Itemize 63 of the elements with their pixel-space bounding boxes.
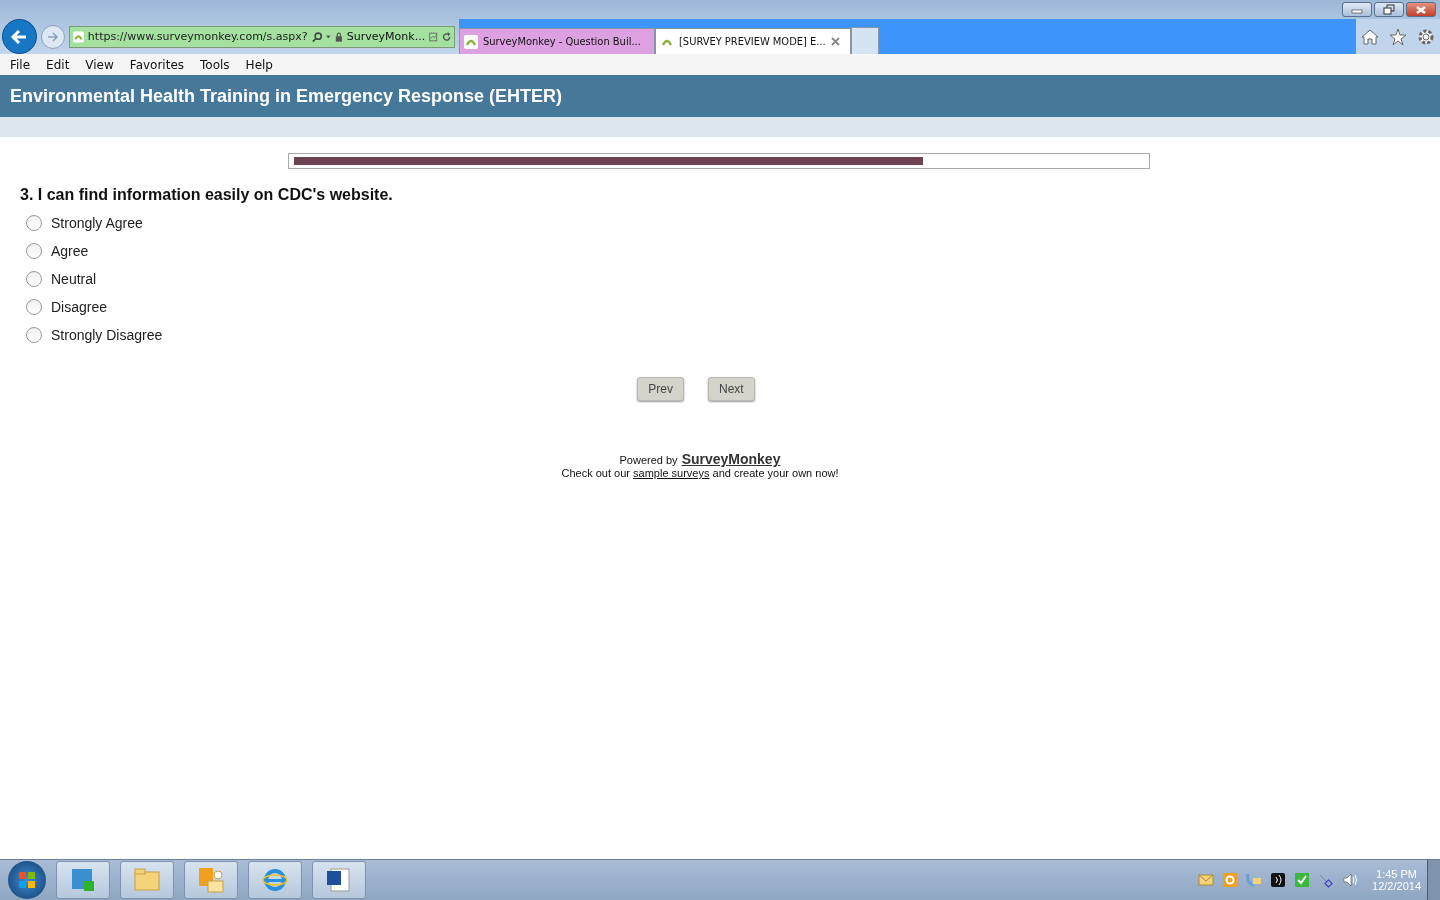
menu-item[interactable]: Tools xyxy=(200,57,230,72)
page-icon xyxy=(429,30,438,43)
browser-e-icon xyxy=(262,867,288,893)
site-identity: SurveyMonk... xyxy=(346,30,426,43)
taskbar-app[interactable] xyxy=(312,861,366,899)
menu-item[interactable]: File xyxy=(10,57,31,72)
new-tab-button[interactable] xyxy=(851,27,879,54)
restore-icon xyxy=(1383,4,1395,15)
caret-icon xyxy=(326,34,332,39)
close-button[interactable] xyxy=(1406,2,1436,17)
arrow-right-icon xyxy=(46,29,60,44)
sample-surveys-link[interactable]: sample surveys xyxy=(633,467,710,479)
menu-item[interactable]: Help xyxy=(245,57,273,72)
close-icon xyxy=(1415,4,1427,15)
minimize-button[interactable] xyxy=(1342,2,1372,17)
signal-icon xyxy=(1270,872,1287,888)
restore-button[interactable] xyxy=(1374,2,1404,17)
nav-button[interactable]: Prev xyxy=(637,377,684,401)
option-label[interactable]: Neutral xyxy=(51,271,97,287)
radio-button[interactable] xyxy=(26,215,42,231)
menu-item[interactable]: Edit xyxy=(46,57,70,72)
radio-button[interactable] xyxy=(26,327,42,343)
monkey-logo-icon xyxy=(73,29,84,44)
envelope-icon xyxy=(1198,872,1215,888)
lock-icon xyxy=(335,30,343,43)
forward-button[interactable] xyxy=(41,24,65,49)
start-button[interactable] xyxy=(8,861,46,899)
url-text: https://www.surveymonkey.com/s.aspx? xyxy=(87,30,308,43)
envelope-clock-icon xyxy=(198,867,224,893)
checkmark-icon xyxy=(1294,872,1311,888)
monkey-logo-icon xyxy=(464,34,478,49)
option-label[interactable]: Strongly Agree xyxy=(51,215,143,231)
phone-icon xyxy=(1246,872,1263,888)
menu-item[interactable]: Favorites xyxy=(129,57,185,72)
back-button[interactable] xyxy=(2,19,37,54)
radio-button[interactable] xyxy=(26,271,42,287)
speaker-icon xyxy=(1342,872,1359,888)
option-label[interactable]: Strongly Disagree xyxy=(51,327,163,343)
star-icon xyxy=(1389,27,1407,46)
close-icon xyxy=(830,37,840,46)
question-text: 3. I can find information easily on CDC's website. xyxy=(20,186,394,204)
survey-title: Environmental Health Training in Emergency Response (EHTER) xyxy=(0,75,1440,117)
refresh-icon xyxy=(441,30,451,43)
brand-link[interactable]: SurveyMonkey xyxy=(681,451,781,467)
windows-logo-icon xyxy=(18,871,36,889)
nav-button[interactable]: Next xyxy=(708,377,755,401)
radio-button[interactable] xyxy=(26,243,42,259)
document-icon xyxy=(326,867,352,893)
option-label[interactable]: Disagree xyxy=(51,299,108,315)
footer-text: Check out our sample surveys and create your own now! xyxy=(561,467,839,479)
home-icon xyxy=(1361,27,1379,46)
network-icon xyxy=(1318,872,1335,888)
settings-icon xyxy=(1417,27,1435,46)
menu-item[interactable]: View xyxy=(85,57,114,72)
browser-tab[interactable]: SurveyMonkey - Question Buil... xyxy=(459,28,655,54)
powered-by-text: Powered by xyxy=(619,454,678,466)
radio-button[interactable] xyxy=(26,299,42,315)
folder-icon xyxy=(134,867,160,893)
search-icon xyxy=(311,29,323,44)
show-desktop-button[interactable] xyxy=(1427,860,1440,900)
address-bar[interactable]: https://www.surveymonkey.com/s.aspx? SurveyMonk... xyxy=(69,25,455,48)
option-label[interactable]: Agree xyxy=(51,243,89,259)
browser-tab[interactable]: [SURVEY PREVIEW MODE] E... xyxy=(655,28,851,54)
